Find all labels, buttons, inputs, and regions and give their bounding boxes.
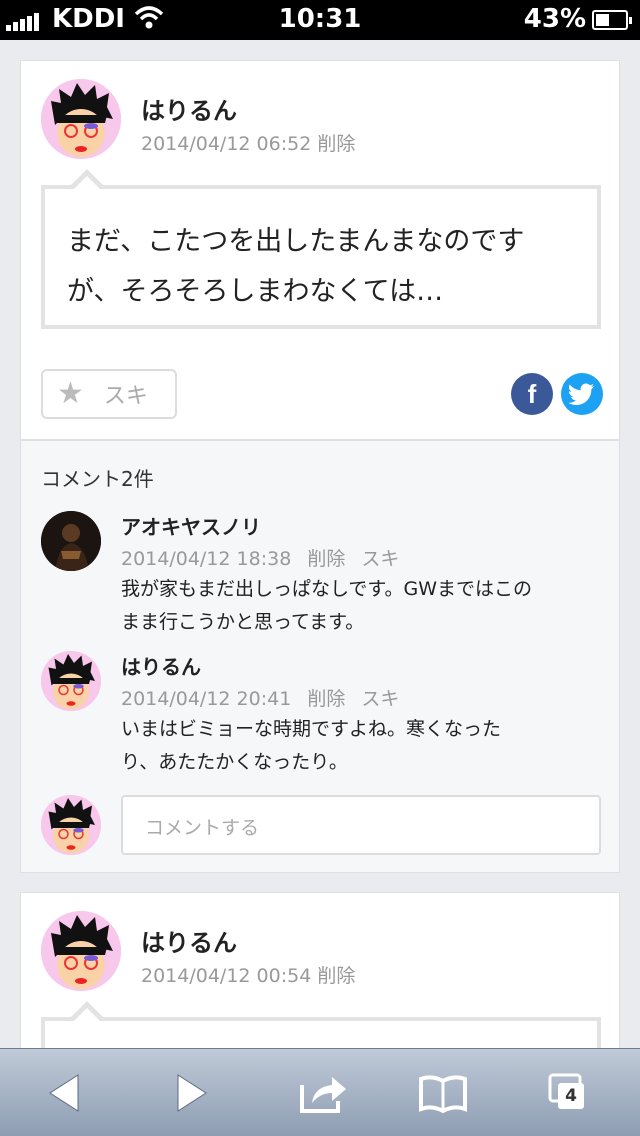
bookmarks-button[interactable]: [418, 1071, 468, 1115]
like-button[interactable]: ★ スキ: [41, 369, 177, 419]
comment-author[interactable]: はりるん: [121, 651, 201, 680]
comment-input[interactable]: コメントする: [121, 795, 601, 855]
battery-percent: 43%: [523, 4, 586, 34]
forward-button[interactable]: [166, 1071, 216, 1115]
post-body: まだ、こたつを出したまんまなのです が、そろそろしまわなくては…: [41, 169, 601, 329]
post-meta: 2014/04/12 00:54 削除: [141, 961, 361, 988]
share-icon: [300, 1077, 346, 1113]
comment-text-line: り、あたたかくなったり。: [121, 751, 348, 773]
post-timestamp: 2014/04/12 00:54: [141, 965, 312, 987]
back-button[interactable]: [40, 1071, 90, 1115]
post-card: はりるん 2014/04/12 06:52 削除 まだ、こたつを出したまんまなので…: [20, 60, 620, 873]
forward-arrow-icon: [177, 1074, 207, 1112]
avatar[interactable]: [41, 911, 121, 991]
post-delete-link[interactable]: 削除: [317, 965, 355, 987]
comment-meta: 2014/04/12 20:41 削除 スキ: [121, 684, 405, 711]
comment-author[interactable]: アオキヤスノリ: [121, 511, 261, 540]
post-body-line: が、そろそろしまわなくては…: [67, 276, 444, 307]
cartoon-face-icon: [41, 911, 121, 991]
post-author[interactable]: はりるん: [141, 923, 237, 958]
cartoon-face-icon: [41, 795, 101, 855]
like-label: スキ: [103, 384, 148, 409]
current-user-avatar[interactable]: [41, 795, 101, 855]
star-icon: ★: [57, 376, 84, 411]
back-arrow-icon: [49, 1074, 79, 1112]
comment-timestamp: 2014/04/12 18:38: [121, 548, 292, 570]
post-timestamp: 2014/04/12 06:52: [141, 133, 312, 155]
comment-delete-link[interactable]: 削除: [307, 688, 345, 710]
post-author[interactable]: はりるん: [141, 91, 237, 126]
comment-text-line: まま行こうかと思ってます。: [121, 611, 365, 633]
tab-count: 4: [558, 1083, 584, 1109]
comment-meta: 2014/04/12 18:38 削除 スキ: [121, 544, 405, 571]
cartoon-face-icon: [41, 79, 121, 159]
twitter-bird-icon: [569, 383, 594, 405]
status-bar: KDDI 10:31 43%: [0, 0, 640, 40]
twitter-share-icon[interactable]: [561, 373, 603, 415]
comment-like-link[interactable]: スキ: [361, 548, 399, 570]
post-delete-link[interactable]: 削除: [317, 133, 355, 155]
comment-text-line: いまはビミョーな時期ですよね。寒くなった: [121, 718, 502, 740]
browser-toolbar: 4: [0, 1048, 640, 1136]
comment-text-line: 我が家もまだ出しっぱなしです。GWまではこの: [121, 578, 533, 600]
book-icon: [419, 1075, 467, 1114]
comment-like-link[interactable]: スキ: [361, 688, 399, 710]
facebook-share-icon[interactable]: f: [511, 373, 553, 415]
post-body-line: まだ、こたつを出したまんまなのです: [67, 226, 525, 257]
photo-avatar-icon: [41, 511, 101, 571]
post-meta: 2014/04/12 06:52 削除: [141, 129, 361, 156]
tabs-button[interactable]: 4: [546, 1071, 596, 1115]
comment-timestamp: 2014/04/12 20:41: [121, 688, 292, 710]
share-button[interactable]: [298, 1071, 348, 1115]
avatar[interactable]: [41, 651, 101, 711]
avatar[interactable]: [41, 511, 101, 571]
avatar[interactable]: [41, 79, 121, 159]
battery-icon: [592, 10, 632, 30]
comments-section: コメント2件 アオキヤスノリ 2014/04/12 18:38 削除 スキ 我が家も…: [21, 439, 619, 872]
comments-count: コメント2件: [41, 467, 154, 491]
cartoon-face-icon: [41, 651, 101, 711]
comment-text: いまはビミョーな時期ですよね。寒くなった り、あたたかくなったり。: [121, 713, 581, 779]
comment-text: 我が家もまだ出しっぱなしです。GWまではこの まま行こうかと思ってます。: [121, 573, 581, 639]
comment-delete-link[interactable]: 削除: [307, 548, 345, 570]
